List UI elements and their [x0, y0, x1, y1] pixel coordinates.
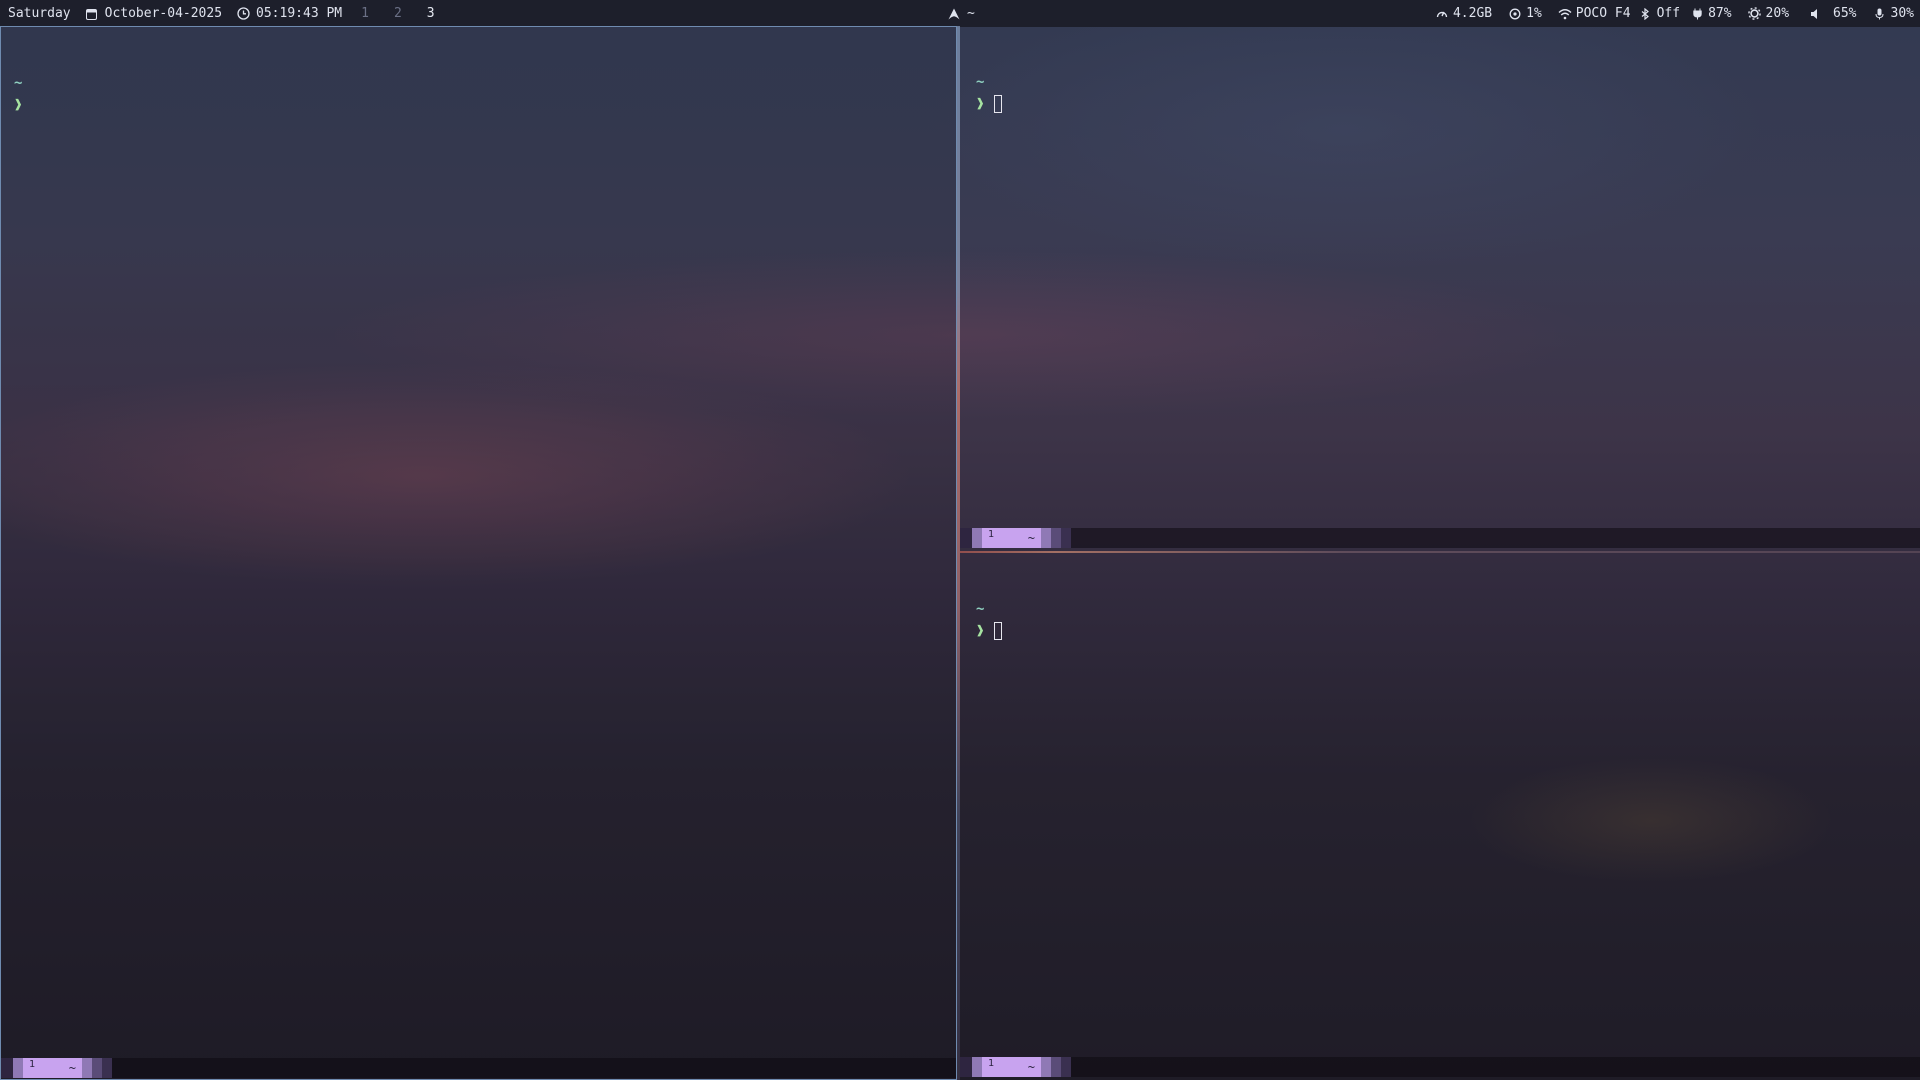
status-tab-label: ~ — [1027, 531, 1035, 545]
status-block — [102, 1058, 112, 1078]
workspace-3[interactable]: 3 — [422, 6, 440, 21]
volume-icon — [1809, 7, 1823, 21]
status-tab-label: ~ — [68, 1061, 76, 1075]
memory-icon — [1435, 7, 1449, 21]
status-window-tab[interactable]: 1 ~ — [23, 1058, 82, 1078]
status-tab-label: ~ — [1027, 1060, 1035, 1074]
brightness-widget[interactable]: 20% — [1748, 6, 1789, 21]
cpu-icon — [1508, 7, 1522, 21]
volume-value: 65% — [1833, 6, 1857, 21]
clock-icon — [236, 7, 250, 21]
status-block — [972, 1057, 982, 1077]
wifi-widget[interactable]: POCO F4 — [1558, 6, 1631, 21]
workspace-switcher: 1 2 3 — [356, 6, 454, 21]
text-cursor — [994, 95, 1003, 113]
status-block — [1061, 1057, 1071, 1077]
prompt-char: ❱ — [976, 623, 985, 639]
cwd-label: ~ — [14, 75, 23, 91]
top-bar: Saturday October-04-2025 05:19:43 PM 1 2… — [0, 0, 1920, 27]
status-block — [972, 528, 982, 548]
microphone-icon — [1873, 7, 1887, 21]
status-block — [82, 1058, 92, 1078]
mic-widget[interactable]: 30% — [1873, 6, 1914, 21]
status-window-tab[interactable]: 1 ~ — [982, 528, 1041, 548]
window-title: ~ — [947, 0, 975, 27]
text-cursor — [994, 622, 1003, 640]
tmux-status-bar: 1 ~ — [1, 1058, 956, 1078]
calendar-icon — [85, 7, 99, 21]
prompt-arrow: ❱ — [14, 94, 22, 116]
status-block — [1041, 528, 1051, 548]
prompt-arrow: ❱ — [976, 620, 1003, 642]
status-block — [1, 1058, 13, 1078]
wifi-icon — [1558, 7, 1572, 21]
prompt-block: ~ ❱ — [14, 72, 22, 116]
time-label: 05:19:43 PM — [256, 6, 343, 21]
battery-icon — [1690, 7, 1704, 21]
arch-logo-icon — [947, 7, 961, 21]
bluetooth-status: Off — [1656, 6, 1681, 21]
prompt-block: ~ ❱ — [976, 71, 1003, 115]
wifi-network: POCO F4 — [1575, 6, 1631, 21]
status-tab-number: 1 — [988, 528, 995, 540]
status-block — [1041, 1057, 1051, 1077]
cpu-value: 1% — [1526, 6, 1542, 21]
date-label: October-04-2025 — [104, 6, 223, 21]
prompt-char: ❱ — [976, 96, 985, 112]
volume-widget[interactable]: 65% — [1809, 6, 1857, 21]
mic-value: 30% — [1890, 6, 1914, 21]
date-widget[interactable]: October-04-2025 — [85, 6, 222, 21]
cwd-label: ~ — [976, 74, 985, 90]
status-block — [1051, 528, 1061, 548]
cpu-widget[interactable]: 1% — [1508, 6, 1542, 21]
workspace-1[interactable]: 1 — [356, 6, 374, 21]
status-block — [960, 528, 972, 548]
bluetooth-widget[interactable]: Off — [1639, 6, 1680, 21]
status-tab-number: 1 — [988, 1057, 995, 1069]
terminal-pane-right-top[interactable]: ~ ❱ 1 ~ — [960, 26, 1920, 551]
day-label: Saturday — [8, 6, 71, 21]
battery-widget[interactable]: 87% — [1690, 6, 1732, 21]
prompt-block: ~ ❱ — [976, 598, 1003, 642]
status-block — [960, 1057, 972, 1077]
terminal-pane-right-bottom[interactable]: ~ ❱ 1 ~ — [960, 553, 1920, 1080]
window-title-text: ~ — [967, 6, 975, 21]
battery-value: 87% — [1708, 6, 1732, 21]
prompt-arrow: ❱ — [976, 93, 1003, 115]
status-block — [1061, 528, 1071, 548]
cwd-label: ~ — [976, 601, 985, 617]
brightness-icon — [1748, 7, 1762, 21]
status-block — [1051, 1057, 1061, 1077]
status-tab-number: 1 — [29, 1058, 36, 1070]
status-block — [13, 1058, 23, 1078]
prompt-char: ❱ — [14, 97, 23, 113]
tmux-status-bar: 1 ~ — [960, 528, 1920, 548]
workspace-2[interactable]: 2 — [389, 6, 407, 21]
terminal-pane-left[interactable]: ~ ❱ 1 ~ — [0, 26, 957, 1080]
clock-widget[interactable]: 05:19:43 PM — [236, 6, 342, 21]
status-window-tab[interactable]: 1 ~ — [982, 1057, 1041, 1077]
tmux-status-bar: 1 ~ — [960, 1057, 1920, 1077]
status-block — [92, 1058, 102, 1078]
brightness-value: 20% — [1765, 6, 1790, 21]
memory-value: 4.2GB — [1452, 6, 1493, 21]
bluetooth-icon — [1639, 7, 1653, 21]
memory-widget[interactable]: 4.2GB — [1435, 6, 1492, 21]
